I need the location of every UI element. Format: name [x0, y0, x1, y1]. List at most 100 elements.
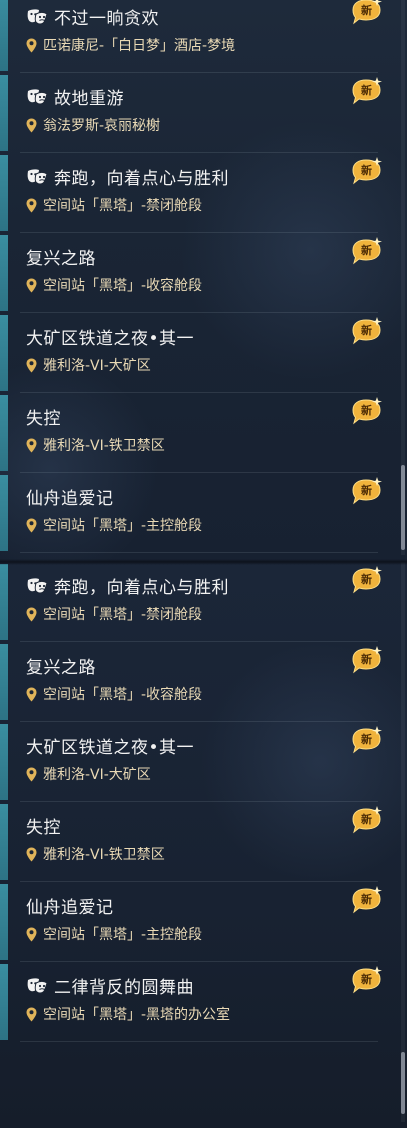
quest-list-item[interactable]: 奔跑，向着点心与胜利 空间站「黑塔」-禁闭舱段 新: [0, 562, 392, 642]
item-accent-bar: [0, 315, 8, 391]
item-accent-bar: [0, 395, 8, 471]
quest-location: 雅利洛-VI-铁卫禁区: [26, 435, 165, 455]
svg-text:新: 新: [361, 163, 372, 177]
quest-list-item[interactable]: 失控 雅利洛-VI-铁卫禁区 新: [0, 802, 392, 882]
quest-list-item[interactable]: 二律背反的圆舞曲 空间站「黑塔」-黑塔的办公室 新: [0, 962, 392, 1042]
item-accent-bar: [0, 804, 8, 880]
quest-title: 奔跑，向着点心与胜利: [26, 573, 229, 598]
quest-location-text: 空间站「黑塔」-主控舱段: [43, 518, 203, 534]
quest-location: 空间站「黑塔」-黑塔的办公室: [26, 1004, 230, 1024]
quest-title-text: 大矿区铁道之夜•其一: [26, 329, 195, 349]
svg-text:新: 新: [361, 892, 372, 906]
quest-title: 复兴之路: [26, 244, 96, 269]
svg-text:新: 新: [361, 403, 372, 417]
new-badge-icon: 新: [352, 966, 382, 994]
item-accent-bar: [0, 564, 8, 640]
map-pin-icon: [26, 198, 37, 212]
quest-location: 雅利洛-VI-铁卫禁区: [26, 844, 165, 864]
quest-location: 空间站「黑塔」-禁闭舱段: [26, 604, 202, 624]
svg-text:新: 新: [361, 323, 372, 337]
new-badge-icon: 新: [352, 237, 382, 265]
item-accent-bar: [0, 644, 8, 720]
quest-location: 空间站「黑塔」-禁闭舱段: [26, 195, 202, 215]
quest-title: 大矿区铁道之夜•其一: [26, 733, 194, 758]
item-accent-bar: [0, 0, 8, 71]
quest-title-text: 仙舟追爱记: [26, 898, 114, 918]
item-accent-bar: [0, 475, 8, 551]
quest-location-text: 空间站「黑塔」-禁闭舱段: [43, 198, 203, 214]
quest-title-text: 故地重游: [54, 89, 124, 109]
quest-title: 大矿区铁道之夜•其一: [26, 324, 194, 349]
map-pin-icon: [26, 767, 37, 781]
new-badge-icon: 新: [352, 157, 382, 185]
quest-title-text: 二律背反的圆舞曲: [54, 978, 194, 998]
svg-text:新: 新: [361, 652, 372, 666]
item-accent-bar: [0, 884, 8, 960]
svg-text:新: 新: [361, 483, 372, 497]
svg-text:新: 新: [361, 972, 372, 986]
quest-location: 空间站「黑塔」-收容舱段: [26, 684, 202, 704]
new-badge-icon: 新: [352, 726, 382, 754]
quest-location-text: 雅利洛-VI-铁卫禁区: [43, 438, 165, 454]
quest-location-text: 空间站「黑塔」-收容舱段: [43, 278, 203, 294]
quest-title-text: 大矿区铁道之夜•其一: [26, 738, 195, 758]
item-accent-bar: [0, 964, 8, 1040]
quest-list-item[interactable]: 失控 雅利洛-VI-铁卫禁区 新: [0, 393, 392, 473]
map-pin-icon: [26, 687, 37, 701]
quest-title-text: 复兴之路: [26, 658, 96, 678]
quest-location-text: 雅利洛-VI-大矿区: [43, 767, 151, 783]
svg-text:新: 新: [361, 732, 372, 746]
item-separator: [20, 1041, 378, 1042]
scrollbar-thumb[interactable]: [401, 1052, 405, 1114]
quest-list-item[interactable]: 复兴之路 空间站「黑塔」-收容舱段 新: [0, 233, 392, 313]
quest-location-text: 雅利洛-VI-大矿区: [43, 358, 151, 374]
quest-list-item[interactable]: 仙舟追爱记 空间站「黑塔」-主控舱段 新: [0, 882, 392, 962]
quest-location: 空间站「黑塔」-主控舱段: [26, 924, 202, 944]
quest-location-text: 空间站「黑塔」-黑塔的办公室: [43, 1007, 231, 1023]
new-badge-icon: 新: [352, 477, 382, 505]
quest-location: 空间站「黑塔」-收容舱段: [26, 275, 202, 295]
quest-list-item[interactable]: 复兴之路 空间站「黑塔」-收容舱段 新: [0, 642, 392, 722]
new-badge-icon: 新: [352, 317, 382, 345]
quest-title-text: 奔跑，向着点心与胜利: [54, 578, 229, 598]
theater-mask-icon: [27, 977, 48, 993]
quest-location-text: 空间站「黑塔」-收容舱段: [43, 687, 203, 703]
quest-title: 故地重游: [26, 84, 124, 109]
map-pin-icon: [26, 38, 37, 52]
svg-text:新: 新: [361, 3, 372, 17]
map-pin-icon: [26, 607, 37, 621]
new-badge-icon: 新: [352, 806, 382, 834]
theater-mask-icon: [27, 8, 48, 24]
map-pin-icon: [26, 118, 37, 132]
item-accent-bar: [0, 724, 8, 800]
new-badge-icon: 新: [352, 77, 382, 105]
quest-title-text: 奔跑，向着点心与胜利: [54, 169, 229, 189]
quest-list-panel-top: 不过一晌贪欢 匹诺康尼-「白日梦」酒店-梦境 新 故地重游 翁法罗斯-哀丽秘榭 …: [0, 0, 407, 562]
map-pin-icon: [26, 1007, 37, 1021]
map-pin-icon: [26, 518, 37, 532]
quest-title-text: 复兴之路: [26, 249, 96, 269]
item-accent-bar: [0, 75, 8, 151]
svg-text:新: 新: [361, 243, 372, 257]
quest-location-text: 匹诺康尼-「白日梦」酒店-梦境: [43, 38, 236, 54]
new-badge-icon: 新: [352, 886, 382, 914]
quest-title: 仙舟追爱记: [26, 484, 114, 509]
scrollbar-track: [401, 562, 405, 1122]
quest-title: 失控: [26, 813, 61, 838]
quest-list-item[interactable]: 奔跑，向着点心与胜利 空间站「黑塔」-禁闭舱段 新: [0, 153, 392, 233]
map-pin-icon: [26, 927, 37, 941]
quest-list-item[interactable]: 大矿区铁道之夜•其一 雅利洛-VI-大矿区 新: [0, 722, 392, 802]
quest-list-item[interactable]: 大矿区铁道之夜•其一 雅利洛-VI-大矿区 新: [0, 313, 392, 393]
quest-location: 雅利洛-VI-大矿区: [26, 764, 151, 784]
screenshot-divider: [0, 559, 407, 565]
quest-location-text: 翁法罗斯-哀丽秘榭: [43, 118, 161, 134]
scrollbar-thumb[interactable]: [401, 465, 405, 550]
quest-list-item[interactable]: 仙舟追爱记 空间站「黑塔」-主控舱段 新: [0, 473, 392, 553]
quest-location: 空间站「黑塔」-主控舱段: [26, 515, 202, 535]
quest-title-text: 不过一晌贪欢: [54, 9, 159, 29]
svg-text:新: 新: [361, 812, 372, 826]
quest-title: 奔跑，向着点心与胜利: [26, 164, 229, 189]
map-pin-icon: [26, 278, 37, 292]
quest-list-item[interactable]: 不过一晌贪欢 匹诺康尼-「白日梦」酒店-梦境 新: [0, 0, 392, 73]
quest-list-item[interactable]: 故地重游 翁法罗斯-哀丽秘榭 新: [0, 73, 392, 153]
